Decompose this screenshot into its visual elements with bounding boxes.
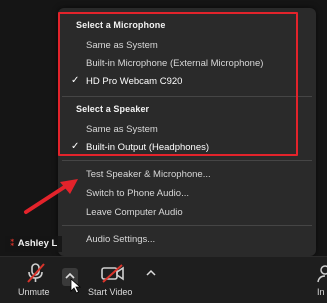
switch-to-phone-audio-item[interactable]: Switch to Phone Audio... <box>64 184 314 202</box>
checkmark-icon: ✓ <box>71 75 80 86</box>
microphone-option-label: Built-in Microphone (External Microphone… <box>86 57 264 69</box>
microphone-option-same-as-system[interactable]: Same as System <box>64 36 314 54</box>
menu-item-label: Switch to Phone Audio... <box>86 187 189 199</box>
red-arrow-annotation <box>24 179 78 214</box>
microphone-section-header: Select a Microphone <box>76 20 166 30</box>
invite-icon <box>317 265 327 283</box>
audio-settings-item[interactable]: Audio Settings... <box>64 230 314 248</box>
leave-computer-audio-item[interactable]: Leave Computer Audio <box>64 203 314 221</box>
start-video-button[interactable] <box>100 262 126 284</box>
video-options-caret-button[interactable] <box>144 266 158 280</box>
unmute-label: Unmute <box>18 287 50 297</box>
invite-label-partial: In <box>317 287 325 297</box>
speaker-option-label: Built-in Output (Headphones) <box>86 141 210 153</box>
video-camera-off-icon <box>101 264 124 283</box>
unmute-button[interactable] <box>24 262 48 284</box>
speaker-option-label: Same as System <box>86 123 158 135</box>
speaker-option-same-as-system[interactable]: Same as System <box>64 120 314 138</box>
zoom-meeting-window: Select a Microphone Same as System Built… <box>0 0 327 303</box>
menu-divider <box>62 225 312 226</box>
mic-muted-small-icon: ⁑ <box>10 238 15 248</box>
mouse-cursor-icon <box>70 278 82 294</box>
microphone-option-label: HD Pro Webcam C920 <box>86 75 183 87</box>
menu-divider <box>62 160 312 161</box>
start-video-label: Start Video <box>88 287 133 297</box>
participant-name-tag: ⁑ Ashley L <box>5 236 63 252</box>
test-speaker-microphone-item[interactable]: Test Speaker & Microphone... <box>64 165 314 183</box>
microphone-muted-icon <box>27 263 45 283</box>
checkmark-icon: ✓ <box>71 141 80 152</box>
speaker-section-header: Select a Speaker <box>76 104 150 114</box>
menu-item-label: Test Speaker & Microphone... <box>86 168 211 180</box>
microphone-option-label: Same as System <box>86 39 158 51</box>
microphone-option-built-in[interactable]: Built-in Microphone (External Microphone… <box>64 54 314 72</box>
menu-divider <box>62 96 312 97</box>
participant-name: Ashley L <box>17 238 58 249</box>
menu-item-label: Leave Computer Audio <box>86 206 183 218</box>
speaker-option-built-in-output[interactable]: ✓ Built-in Output (Headphones) <box>64 138 314 156</box>
chevron-up-icon <box>146 269 156 276</box>
invite-button-partial[interactable] <box>316 262 327 284</box>
menu-item-label: Audio Settings... <box>86 233 156 245</box>
microphone-option-hd-pro-webcam[interactable]: ✓ HD Pro Webcam C920 <box>64 72 314 90</box>
